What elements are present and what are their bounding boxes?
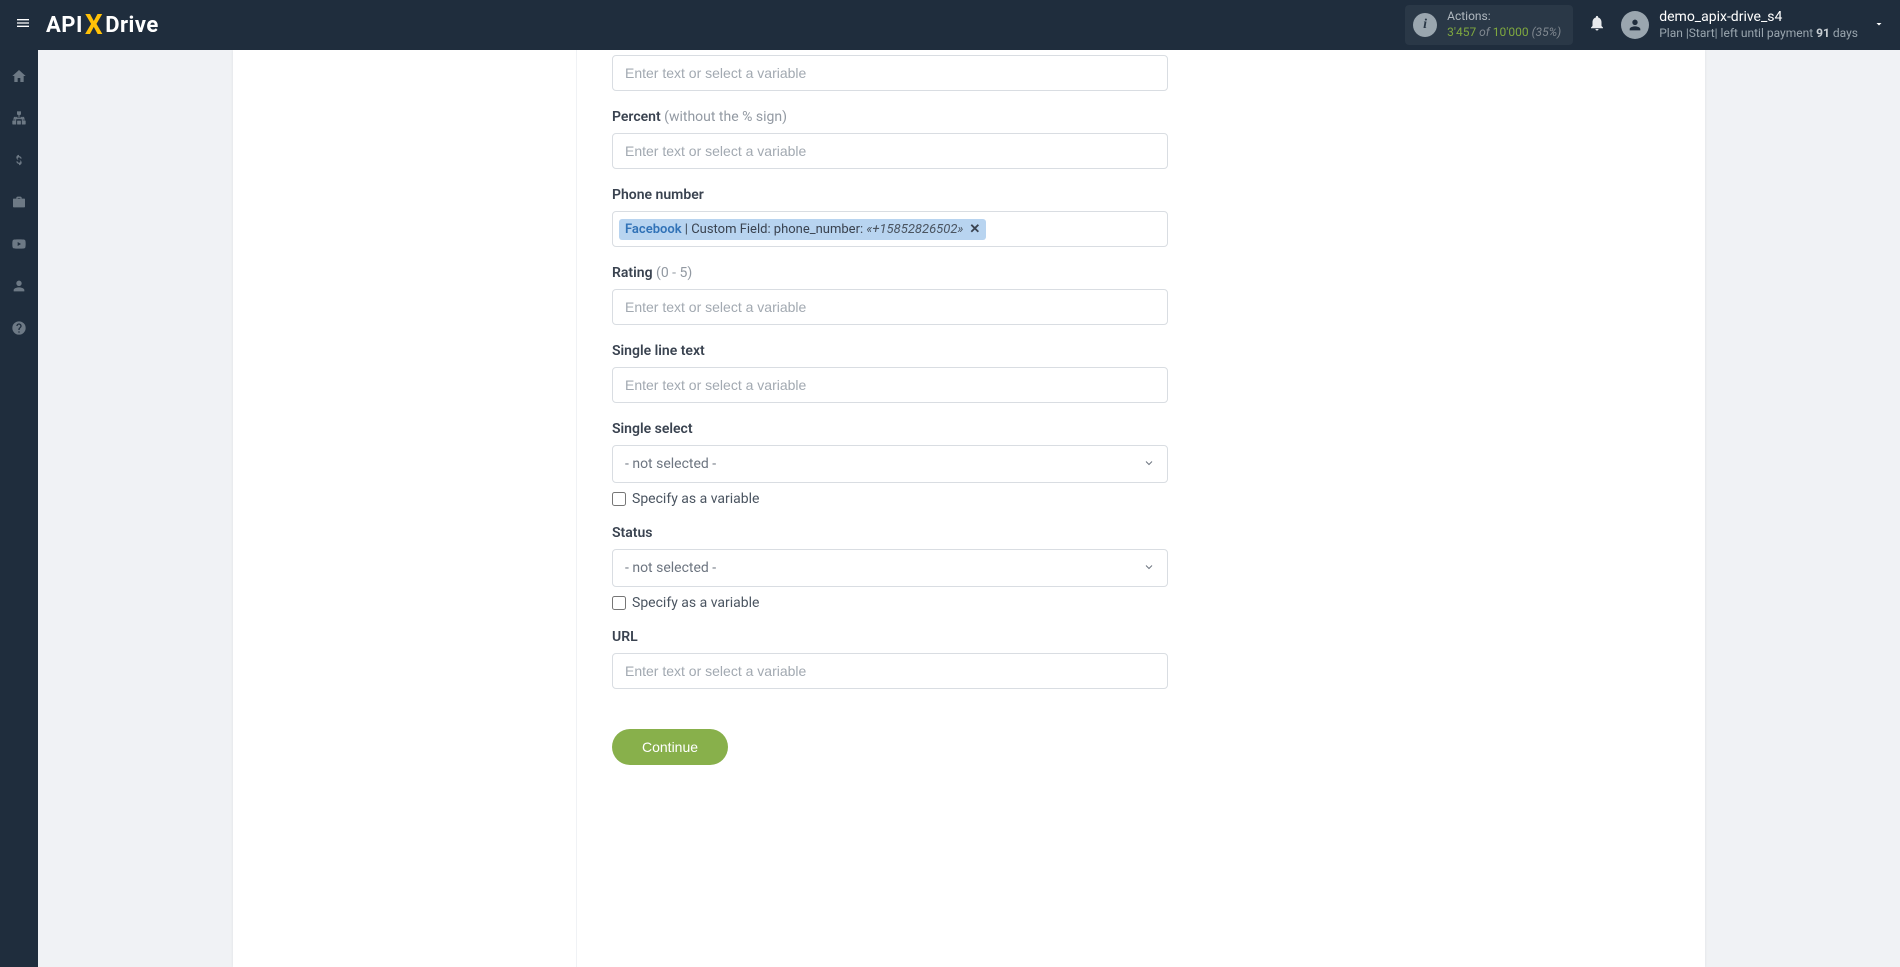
actions-label: Actions: <box>1447 9 1561 25</box>
single-line-input[interactable] <box>612 367 1168 403</box>
field-rating: Rating (0 - 5) <box>612 265 1642 325</box>
user-name: demo_apix-drive_s4 <box>1659 8 1858 26</box>
chevron-down-icon <box>1143 561 1155 576</box>
avatar-icon <box>1621 11 1649 39</box>
youtube-icon[interactable] <box>0 236 38 256</box>
token-remove-icon[interactable]: ✕ <box>969 222 980 237</box>
actions-counter: 3'457 of 10'000 (35%) <box>1447 25 1561 41</box>
status-label: Status <box>612 525 1642 541</box>
percent-label: Percent (without the % sign) <box>612 109 1642 125</box>
phone-input[interactable]: Facebook | Custom Field: phone_number: «… <box>612 211 1168 247</box>
field-url: URL <box>612 629 1642 689</box>
user-plan: Plan |Start| left until payment 91 days <box>1659 26 1858 42</box>
single-select-value: - not selected - <box>625 456 716 472</box>
url-input[interactable] <box>612 653 1168 689</box>
status-specify-row: Specify as a variable <box>612 595 1642 611</box>
chevron-down-icon <box>1143 457 1155 472</box>
single-line-label: Single line text <box>612 343 1642 359</box>
status-value: - not selected - <box>625 560 716 576</box>
actions-text: Actions: 3'457 of 10'000 (35%) <box>1447 9 1561 40</box>
phone-label: Phone number <box>612 187 1642 203</box>
continue-button[interactable]: Continue <box>612 729 728 765</box>
status-specify-label: Specify as a variable <box>632 595 759 611</box>
content-panel: Percent (without the % sign) Phone numbe… <box>233 50 1705 967</box>
notifications-icon[interactable] <box>1588 14 1606 37</box>
single-select-specify-label: Specify as a variable <box>632 491 759 507</box>
field-top <box>612 55 1642 91</box>
field-phone: Phone number Facebook | Custom Field: ph… <box>612 187 1642 247</box>
menu-toggle-icon[interactable] <box>15 15 31 36</box>
briefcase-icon[interactable] <box>0 194 38 214</box>
brand-logo[interactable]: API X Drive <box>46 9 159 42</box>
user-info: demo_apix-drive_s4 Plan |Start| left unt… <box>1659 8 1858 42</box>
field-single-line: Single line text <box>612 343 1642 403</box>
info-icon: i <box>1413 13 1437 37</box>
logo-text-drive: Drive <box>105 13 159 38</box>
dollar-icon[interactable] <box>0 152 38 172</box>
field-status: Status - not selected - Specify as a var… <box>612 525 1642 611</box>
single-select-specify-row: Specify as a variable <box>612 491 1642 507</box>
main-wrap: Percent (without the % sign) Phone numbe… <box>38 50 1900 967</box>
actions-badge[interactable]: i Actions: 3'457 of 10'000 (35%) <box>1405 5 1573 44</box>
field-single-select: Single select - not selected - Specify a… <box>612 421 1642 507</box>
user-icon[interactable] <box>0 278 38 298</box>
single-select-dropdown[interactable]: - not selected - <box>612 445 1168 483</box>
sitemap-icon[interactable] <box>0 110 38 130</box>
status-specify-checkbox[interactable] <box>612 596 626 610</box>
top-input[interactable] <box>612 55 1168 91</box>
logo-text-x: X <box>85 8 103 41</box>
status-dropdown[interactable]: - not selected - <box>612 549 1168 587</box>
help-icon[interactable] <box>0 320 38 340</box>
home-icon[interactable] <box>0 68 38 88</box>
field-percent: Percent (without the % sign) <box>612 109 1642 169</box>
single-select-label: Single select <box>612 421 1642 437</box>
phone-token: Facebook | Custom Field: phone_number: «… <box>619 219 986 240</box>
header-right: i Actions: 3'457 of 10'000 (35%) demo_ap… <box>1405 5 1885 44</box>
left-spacer <box>233 50 577 967</box>
form-area: Percent (without the % sign) Phone numbe… <box>577 50 1677 967</box>
sidebar <box>0 50 38 967</box>
single-select-specify-checkbox[interactable] <box>612 492 626 506</box>
chevron-down-icon[interactable] <box>1873 18 1885 33</box>
rating-label: Rating (0 - 5) <box>612 265 1642 281</box>
token-content: Facebook | Custom Field: phone_number: «… <box>625 222 963 237</box>
logo-text-api: API <box>46 13 83 38</box>
rating-input[interactable] <box>612 289 1168 325</box>
app-header: API X Drive i Actions: 3'457 of 10'000 (… <box>0 0 1900 50</box>
url-label: URL <box>612 629 1642 645</box>
user-menu[interactable]: demo_apix-drive_s4 Plan |Start| left unt… <box>1621 8 1858 42</box>
percent-input[interactable] <box>612 133 1168 169</box>
